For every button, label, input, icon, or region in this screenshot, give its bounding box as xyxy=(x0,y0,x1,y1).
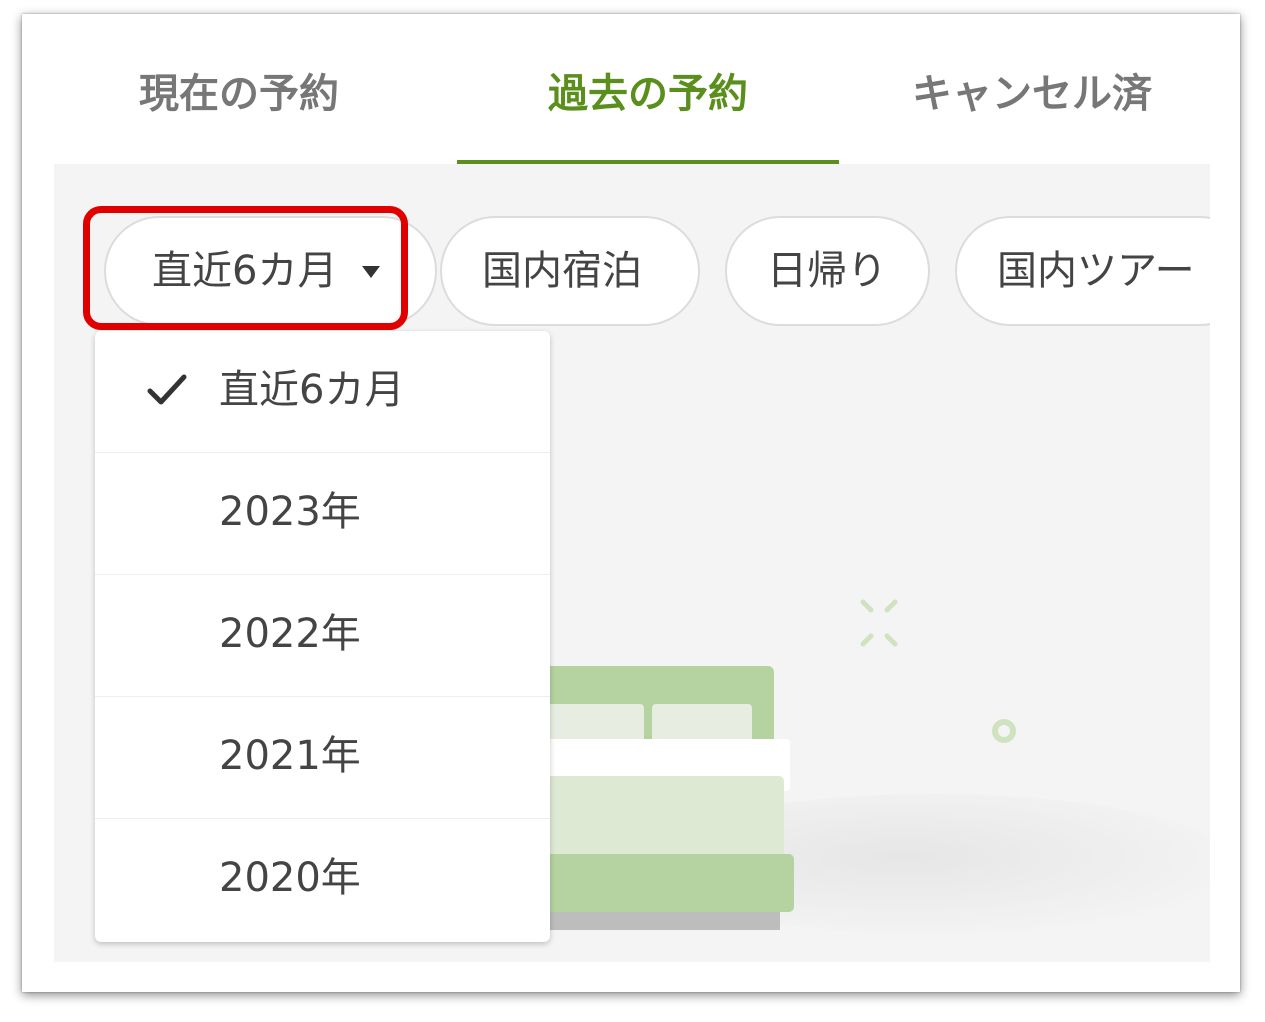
day-trip-filter-label: 日帰り xyxy=(767,248,887,294)
pillow-right xyxy=(652,704,752,744)
period-option-2021[interactable]: 2021年 xyxy=(95,697,550,819)
bed-frame xyxy=(544,912,780,930)
sparkle-icon xyxy=(860,599,898,647)
period-option-label: 2023年 xyxy=(219,489,361,535)
domestic-stay-filter-label: 国内宿泊 xyxy=(482,248,642,294)
period-option-2023[interactable]: 2023年 xyxy=(95,453,550,575)
checkmark-icon xyxy=(147,374,187,405)
period-option-label: 2022年 xyxy=(219,611,361,657)
tab-cancelled[interactable]: キャンセル済 xyxy=(854,64,1210,164)
period-option-label: 2020年 xyxy=(219,855,361,901)
period-filter-chip[interactable]: 直近6カ月 xyxy=(104,216,437,326)
blanket xyxy=(524,776,784,856)
day-trip-filter-chip[interactable]: 日帰り xyxy=(725,216,930,326)
reservation-tabs: 現在の予約 過去の予約 キャンセル済 xyxy=(54,14,1210,164)
period-option-label: 直近6カ月 xyxy=(219,367,405,413)
period-filter-label: 直近6カ月 xyxy=(152,248,338,294)
tab-past-reservations[interactable]: 過去の予約 xyxy=(457,64,839,164)
period-option-2020[interactable]: 2020年 xyxy=(95,819,550,941)
domestic-stay-filter-chip[interactable]: 国内宿泊 xyxy=(440,216,700,326)
period-option-last-6-months[interactable]: 直近6カ月 xyxy=(95,331,550,453)
pillow-left xyxy=(544,704,644,744)
domestic-tour-filter-chip[interactable]: 国内ツアー xyxy=(955,216,1210,326)
period-dropdown-menu: 直近6カ月 2023年 2022年 2021年 2020年 xyxy=(95,331,550,942)
tab-current-reservations[interactable]: 現在の予約 xyxy=(54,64,424,164)
circle-decoration-icon xyxy=(992,719,1016,743)
period-option-label: 2021年 xyxy=(219,733,361,779)
domestic-tour-filter-label: 国内ツアー xyxy=(997,248,1195,294)
bed-base xyxy=(524,854,794,912)
caret-down-icon xyxy=(362,266,380,278)
period-option-2022[interactable]: 2022年 xyxy=(95,575,550,697)
